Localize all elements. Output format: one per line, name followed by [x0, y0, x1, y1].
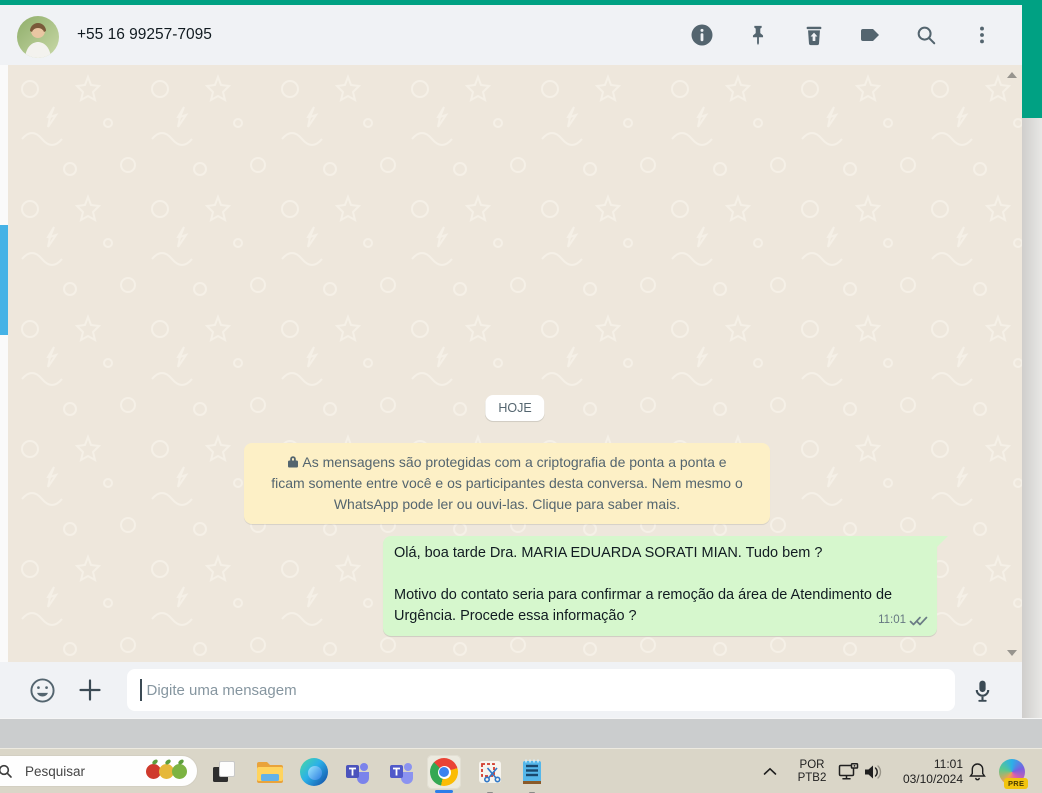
background-right-strip [1022, 118, 1042, 718]
notepad-icon[interactable] [515, 755, 549, 793]
snipping-tool-icon[interactable] [473, 755, 507, 793]
taskbar-search-icon [0, 763, 13, 779]
keyboard-layout: PTB2 [797, 771, 827, 784]
emoji-icon[interactable] [28, 662, 56, 718]
left-strip-blue-segment [0, 225, 8, 335]
volume-icon[interactable] [860, 749, 886, 793]
encryption-notice-text: As mensagens são protegidas com a cripto… [271, 454, 743, 512]
scroll-down-arrow[interactable] [1007, 650, 1017, 656]
text-caret [140, 679, 142, 701]
microphone-icon[interactable] [966, 662, 998, 718]
pin-icon[interactable] [745, 22, 771, 48]
message-meta: 11:01 [878, 610, 928, 631]
header-actions [689, 5, 995, 65]
message-text-line2: Motivo do contato seria para confirmar a… [394, 587, 893, 624]
notification-bell-icon[interactable] [965, 749, 989, 793]
taskbar: Pesquisar POR PTB2 11:01 03/10/2024 PRE [0, 748, 1042, 793]
archive-trash-icon[interactable] [801, 22, 827, 48]
scroll-up-arrow[interactable] [1007, 72, 1017, 78]
label-icon[interactable] [857, 22, 883, 48]
window-bottom-strip [0, 718, 1042, 748]
outgoing-message-bubble: Olá, boa tarde Dra. MARIA EDUARDA SORATI… [383, 536, 948, 636]
screen: +55 16 99257-7095 HOJE As mensagens são … [0, 0, 1042, 793]
clock[interactable]: 11:01 03/10/2024 [893, 749, 963, 793]
taskbar-search-label: Pesquisar [25, 763, 86, 779]
date-badge: HOJE [485, 395, 545, 421]
tray-chevron-icon[interactable] [760, 749, 780, 793]
lock-icon [287, 455, 299, 468]
task-view-icon[interactable] [207, 755, 241, 789]
search-icon[interactable] [913, 22, 939, 48]
double-check-icon [909, 615, 928, 627]
info-icon[interactable] [689, 22, 715, 48]
tray-language-indicator[interactable]: POR PTB2 [793, 749, 831, 793]
message-input-pill [127, 669, 955, 711]
search-highlight-apples-icon [146, 758, 187, 779]
bubble-tail [936, 536, 948, 547]
teams-classic-icon[interactable] [385, 755, 419, 789]
contact-name[interactable]: +55 16 99257-7095 [77, 5, 212, 65]
taskbar-search[interactable]: Pesquisar [0, 755, 198, 787]
tray-date: 03/10/2024 [902, 771, 963, 786]
chat-scroll-area: HOJE As mensagens são protegidas com a c… [8, 65, 1022, 662]
contact-avatar[interactable] [17, 16, 59, 58]
background-window-right-edge [1022, 0, 1042, 118]
edge-browser-icon[interactable] [297, 755, 331, 789]
message-input[interactable] [144, 680, 955, 700]
tray-time: 11:01 [933, 756, 963, 771]
copilot-preview-badge: PRE [1004, 778, 1029, 789]
composer-bar [0, 662, 1022, 718]
kebab-menu-icon[interactable] [969, 22, 995, 48]
chrome-icon[interactable] [427, 755, 461, 793]
chat-header: +55 16 99257-7095 [0, 5, 1022, 65]
language-code: POR [799, 758, 825, 771]
message-time: 11:01 [878, 614, 906, 626]
file-explorer-icon[interactable] [253, 755, 287, 789]
network-display-icon[interactable] [836, 749, 860, 793]
teams-work-icon[interactable] [341, 755, 375, 789]
attach-plus-icon[interactable] [76, 662, 104, 718]
encryption-notice[interactable]: As mensagens são protegidas com a cripto… [244, 443, 770, 524]
background-left-strip [0, 65, 8, 718]
message-text-line1: Olá, boa tarde Dra. MARIA EDUARDA SORATI… [394, 545, 823, 561]
